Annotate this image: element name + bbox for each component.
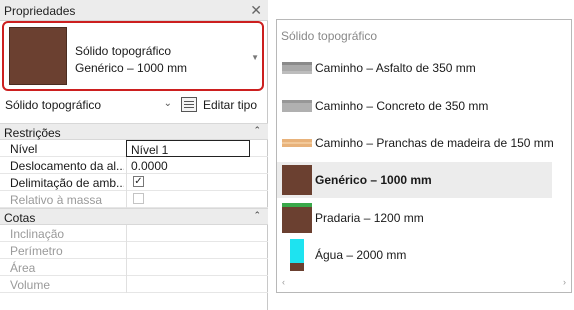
param-name: Delimitação de amb... [10,176,124,190]
panel-title-bar: Propriedades ✕ [0,0,268,21]
instance-filter-label: Sólido topográfico [5,98,102,112]
param-row-area: Área [0,259,268,276]
param-row-nivel: Nível Nível 1 [0,140,268,157]
param-name: Perímetro [10,244,63,258]
list-item-label: Caminho – Pranchas de madeira de 150 mm [315,136,554,150]
list-item-label: Pradaria – 1200 mm [315,211,424,225]
edit-type-label: Editar tipo [203,98,258,112]
list-item-generico[interactable]: Genérico – 1000 mm [277,162,552,198]
param-row-perimetro: Perímetro [0,242,268,259]
param-value-cell [126,276,268,293]
list-item-pradaria[interactable]: Pradaria – 1200 mm [277,200,552,236]
list-item-label: Água – 2000 mm [315,248,407,262]
section-label: Restrições [4,126,61,140]
panel-title: Propriedades [4,4,76,18]
type-name-label: Genérico – 1000 mm [75,61,188,75]
generic-swatch-icon [282,165,312,195]
section-cotas[interactable]: Cotas ⌃ [0,208,268,225]
type-filter-bar: Sólido topográfico ⌄ Editar tipo [0,94,268,116]
list-item-concreto[interactable]: Caminho – Concreto de 350 mm [277,88,552,124]
param-name: Relativo à massa [10,193,103,207]
deslocamento-field[interactable]: 0.0000 [126,157,268,174]
scroll-left-icon[interactable]: ‹ [282,277,285,287]
type-selector[interactable]: Sólido topográfico Genérico – 1000 mm ▼ [2,21,264,91]
concrete-swatch-icon [282,100,312,112]
param-row-delimitacao: Delimitação de amb... ✓ [0,174,268,191]
properties-panel: Propriedades ✕ Sólido topográfico Genéri… [0,0,268,310]
nivel-input[interactable]: Nível 1 [126,140,250,157]
water-swatch-icon [290,239,304,271]
properties-grid: Restrições ⌃ Nível Nível 1 Deslocamento … [0,123,268,293]
collapse-icon[interactable]: ⌃ [253,125,261,136]
section-restricoes[interactable]: Restrições ⌃ [0,123,268,140]
param-value-cell [126,225,268,242]
delimitacao-cell: ✓ [126,174,268,191]
delimitacao-checkbox[interactable]: ✓ [133,176,144,187]
scroll-right-icon[interactable]: › [563,277,566,287]
param-row-volume: Volume [0,276,268,293]
param-name: Nível [10,142,38,156]
list-item-label: Genérico – 1000 mm [315,173,432,187]
instance-filter-select[interactable]: Sólido topográfico ⌄ [2,95,178,115]
list-item-agua[interactable]: Água – 2000 mm [277,237,552,273]
relativo-checkbox [133,193,144,204]
edit-type-icon [181,97,197,112]
param-row-relativo: Relativo à massa [0,191,268,208]
collapse-icon[interactable]: ⌃ [253,210,261,221]
dropdown-family-header: Sólido topográfico [281,29,378,43]
type-preview-swatch [9,27,67,85]
param-value-cell [126,259,268,276]
type-dropdown-list: Sólido topográfico Caminho – Asfalto de … [276,19,572,293]
grass-swatch-icon [282,203,312,233]
wood-swatch-icon [282,139,312,147]
type-family-label: Sólido topográfico [75,44,172,58]
param-name: Inclinação [10,227,65,241]
param-value-cell [126,242,268,259]
list-item-asfalto[interactable]: Caminho – Asfalto de 350 mm [277,50,552,86]
param-name: Deslocamento da al... [10,159,124,173]
param-name: Volume [10,278,51,292]
list-item-madeira[interactable]: Caminho – Pranchas de madeira de 150 mm [277,125,554,161]
vertical-scrollbar[interactable] [553,21,570,275]
edit-type-button[interactable]: Editar tipo [181,95,265,115]
list-item-label: Caminho – Asfalto de 350 mm [315,61,476,75]
param-value: Nível 1 [131,143,169,157]
section-label: Cotas [4,211,36,225]
param-name: Área [10,261,36,275]
param-value: 0.0000 [131,159,168,173]
close-icon[interactable]: ✕ [250,2,262,18]
list-item-label: Caminho – Concreto de 350 mm [315,99,489,113]
asphalt-swatch-icon [282,62,312,74]
dropdown-arrow-icon[interactable]: ▼ [251,53,259,62]
chevron-down-icon: ⌄ [163,98,172,109]
horizontal-scrollbar[interactable]: ‹ › [278,275,570,291]
param-row-deslocamento: Deslocamento da al... 0.0000 [0,157,268,174]
relativo-cell [126,191,268,208]
param-row-inclinacao: Inclinação [0,225,268,242]
